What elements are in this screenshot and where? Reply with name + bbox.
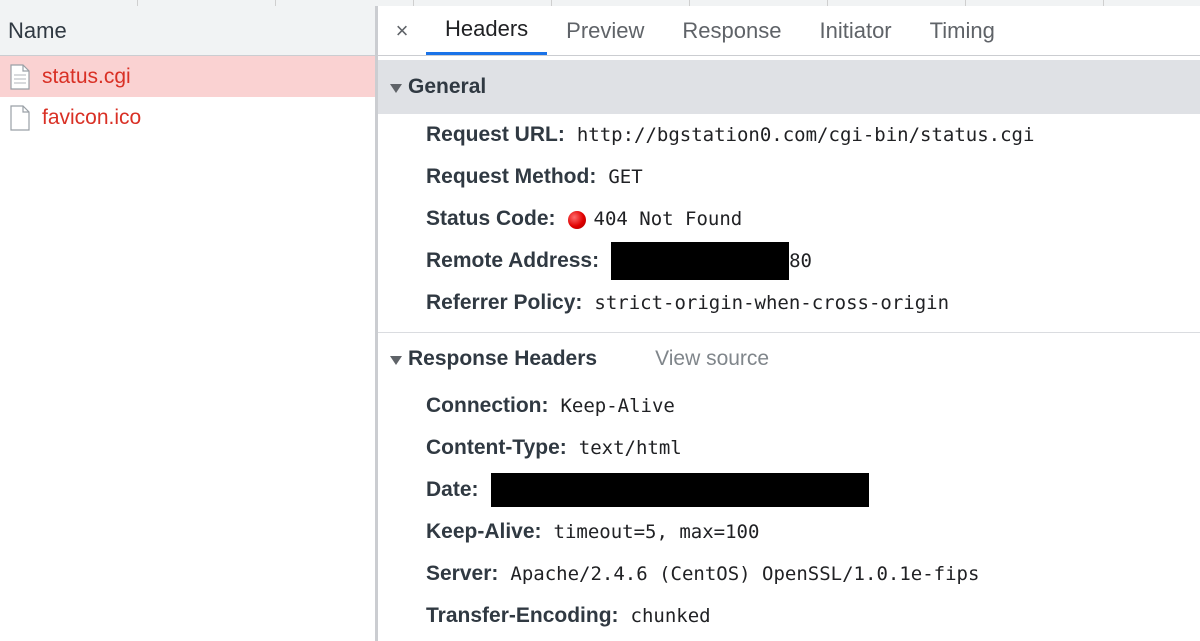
request-url-label: Request URL:: [426, 123, 565, 146]
request-method-row: Request Method: GET: [378, 156, 1200, 198]
status-code-label: Status Code:: [426, 207, 556, 230]
remote-address-label: Remote Address:: [426, 249, 600, 272]
content-type-value: text/html: [578, 437, 682, 459]
tab-headers[interactable]: Headers: [426, 6, 548, 55]
request-row-status-cgi[interactable]: status.cgi: [0, 56, 375, 97]
tab-response[interactable]: Response: [663, 6, 800, 55]
request-name: favicon.ico: [42, 105, 142, 129]
general-section-header[interactable]: General: [378, 60, 1200, 114]
request-name: status.cgi: [42, 64, 131, 88]
remote-address-row: Remote Address: 80: [378, 240, 1200, 282]
redacted-block: [611, 242, 790, 280]
request-url-row: Request URL: http://bgstation0.com/cgi-b…: [378, 114, 1200, 156]
connection-value: Keep-Alive: [560, 395, 675, 417]
request-list: Name status.cgi favicon.ico: [0, 6, 375, 641]
request-url-value: http://bgstation0.com/cgi-bin/status.cgi: [576, 124, 1035, 146]
redacted-block: [490, 473, 869, 507]
details-tab-bar: × Headers Preview Response Initiator Tim…: [378, 6, 1200, 56]
referrer-policy-value: strict-origin-when-cross-origin: [594, 292, 950, 314]
document-icon: [10, 63, 30, 90]
transfer-encoding-row: Transfer-Encoding: chunked: [378, 595, 1200, 637]
request-method-label: Request Method:: [426, 165, 597, 188]
collapse-triangle-icon: [390, 83, 402, 93]
referrer-policy-label: Referrer Policy:: [426, 291, 583, 314]
date-label: Date:: [426, 478, 479, 501]
content-type-row: Content-Type: text/html: [378, 427, 1200, 469]
server-row: Server: Apache/2.4.6 (CentOS) OpenSSL/1.…: [378, 553, 1200, 595]
file-icon: [10, 104, 30, 131]
response-headers-section-header[interactable]: Response Headers View source: [378, 333, 1200, 385]
transfer-encoding-value: chunked: [630, 605, 711, 627]
status-code-row: Status Code: 404 Not Found: [378, 198, 1200, 240]
content-type-label: Content-Type:: [426, 436, 567, 459]
status-code-value: 404 Not Found: [593, 208, 743, 230]
error-status-icon: [567, 211, 586, 229]
server-label: Server:: [426, 562, 499, 585]
devtools-network-panel: Name status.cgi favicon.ico × Headers Pr…: [0, 0, 1200, 641]
request-row-favicon-ico[interactable]: favicon.ico: [0, 97, 375, 138]
referrer-policy-row: Referrer Policy: strict-origin-when-cros…: [378, 282, 1200, 324]
general-title: General: [408, 75, 487, 98]
keep-alive-label: Keep-Alive:: [426, 520, 542, 543]
request-details: × Headers Preview Response Initiator Tim…: [378, 6, 1200, 641]
view-source-link[interactable]: View source: [655, 347, 769, 371]
connection-label: Connection:: [426, 394, 549, 417]
close-icon[interactable]: ×: [378, 6, 426, 55]
transfer-encoding-label: Transfer-Encoding:: [426, 604, 619, 627]
request-method-value: GET: [608, 166, 643, 188]
server-value: Apache/2.4.6 (CentOS) OpenSSL/1.0.1e-fip…: [510, 563, 980, 585]
response-headers-title: Response Headers: [408, 347, 598, 370]
connection-row: Connection: Keep-Alive: [378, 385, 1200, 427]
name-column-header[interactable]: Name: [0, 6, 375, 56]
keep-alive-row: Keep-Alive: timeout=5, max=100: [378, 511, 1200, 553]
collapse-triangle-icon: [390, 355, 402, 365]
date-row: Date:: [378, 469, 1200, 511]
name-column-label: Name: [8, 17, 67, 43]
tab-timing[interactable]: Timing: [911, 6, 1014, 55]
tab-preview[interactable]: Preview: [547, 6, 663, 55]
keep-alive-value: timeout=5, max=100: [553, 521, 760, 543]
remote-address-port: 80: [789, 250, 812, 272]
tab-initiator[interactable]: Initiator: [800, 6, 910, 55]
